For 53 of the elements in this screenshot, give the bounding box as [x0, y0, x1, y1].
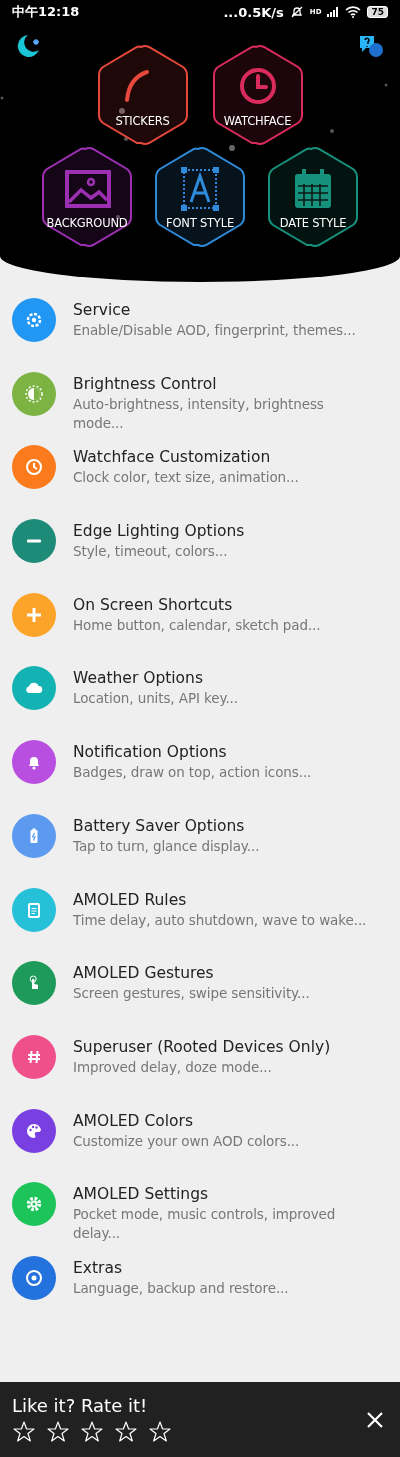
menu-icon[interactable] — [12, 1108, 56, 1153]
wifi-icon — [345, 6, 362, 18]
menu-title[interactable]: Extras — [73, 1257, 289, 1279]
menu-subtitle: Pocket mode, music controls, improved delay... — [73, 1205, 337, 1244]
mute-icon — [289, 5, 304, 19]
menu-subtitle: Auto-brightness, intensity, brightness mode... — [73, 394, 325, 433]
menu-subtitle: Location, units, API key... — [73, 689, 238, 709]
menu-title[interactable]: Watchface Customization — [73, 447, 299, 469]
menu-icon[interactable] — [12, 1255, 56, 1300]
menu-icon[interactable] — [12, 298, 56, 342]
menu-subtitle: Time delay, auto shutdown, wave to wake... — [73, 910, 367, 930]
menu-icon[interactable] — [12, 961, 56, 1006]
menu-title[interactable]: AMOLED Settings — [73, 1184, 378, 1206]
menu-subtitle: Badges, draw on top, action icons... — [73, 763, 312, 783]
battery-indicator: 75 — [367, 6, 388, 18]
menu-subtitle: Customize your own AOD colors... — [73, 1131, 300, 1151]
menu-title[interactable]: Brightness Control — [73, 373, 378, 395]
menu-title[interactable]: Notification Options — [73, 742, 312, 764]
menu-title[interactable]: Battery Saver Options — [73, 815, 260, 837]
star-icon[interactable] — [114, 1420, 138, 1444]
menu-subtitle: Style, timeout, colors... — [73, 542, 229, 562]
menu-title[interactable]: Weather Options — [73, 668, 238, 690]
menu-subtitle: Enable/Disable AOD, fingerprint, themes... — [73, 321, 356, 340]
help-chat-icon[interactable] — [358, 34, 384, 58]
menu-icon[interactable] — [12, 519, 56, 564]
menu-subtitle: Language, backup and restore... — [73, 1278, 289, 1298]
menu-title[interactable]: Superuser (Rooted Devices Only) — [73, 1036, 331, 1058]
menu-subtitle: Clock color, text size, animation... — [73, 468, 299, 488]
menu-subtitle: Screen gestures, swipe sensitivity... — [73, 984, 310, 1004]
menu-title[interactable]: Service — [73, 300, 356, 321]
menu-title[interactable]: AMOLED Colors — [73, 1110, 300, 1132]
status-time: 中午12:18 — [12, 3, 80, 21]
network-speed: ...0.5K/s — [223, 4, 284, 20]
menu-icon[interactable] — [12, 445, 56, 490]
menu-title[interactable]: Edge Lighting Options — [73, 521, 245, 543]
menu-icon[interactable] — [12, 371, 56, 416]
rate-prompt: Like it? Rate it! — [12, 1395, 149, 1416]
star-icon[interactable] — [80, 1420, 104, 1444]
menu-title[interactable]: AMOLED Rules — [73, 889, 367, 911]
menu-icon[interactable] — [12, 666, 56, 711]
menu-icon[interactable] — [12, 813, 56, 858]
menu-subtitle: Home button, calendar, sketch pad... — [73, 615, 321, 635]
menu-title[interactable]: On Screen Shortcuts — [73, 594, 321, 616]
menu-icon[interactable] — [12, 740, 56, 785]
star-icon[interactable] — [148, 1420, 172, 1444]
moon-icon[interactable] — [16, 34, 42, 58]
menu-icon[interactable] — [12, 1034, 56, 1079]
signal-icon — [327, 6, 340, 18]
menu-title[interactable]: AMOLED Gestures — [73, 963, 310, 985]
star-icon[interactable] — [46, 1420, 70, 1444]
menu-subtitle: Improved delay, doze mode... — [73, 1057, 273, 1077]
menu-subtitle: Tap to turn, glance display... — [73, 836, 260, 856]
star-icon[interactable] — [12, 1420, 36, 1444]
